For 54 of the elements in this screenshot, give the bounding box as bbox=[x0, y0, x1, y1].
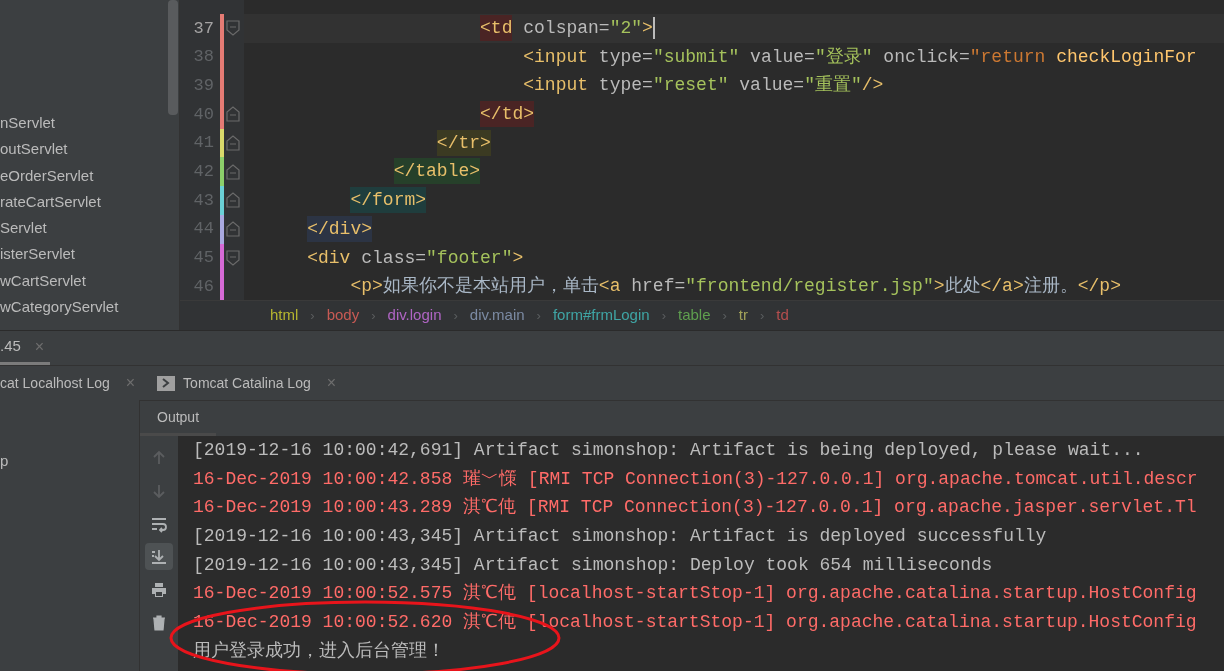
log-tab[interactable]: Tomcat Catalina Log × bbox=[155, 366, 337, 400]
chevron-icon: › bbox=[661, 305, 666, 326]
text-cursor bbox=[652, 17, 655, 40]
tree-item[interactable]: wCategoryServlet bbox=[0, 294, 179, 321]
code-line: <td colspan="2"> bbox=[264, 14, 653, 43]
chevron-icon: › bbox=[722, 305, 727, 326]
unfold-icon[interactable] bbox=[226, 221, 240, 238]
unfold-icon[interactable] bbox=[226, 135, 240, 152]
console-line: [2019-12-16 10:00:43,345] Artifact simonshop: Artifact is deployed successfully bbox=[193, 525, 1048, 549]
code-line: </table> bbox=[264, 157, 481, 187]
tree-item[interactable]: nServlet bbox=[0, 110, 179, 137]
console-line: [2019-12-16 10:00:42,691] Artifact simonshop: Artifact is being deployed, please wait... bbox=[193, 439, 1145, 462]
tab-label: cat Localhost Log bbox=[0, 373, 110, 393]
breadcrumb-item[interactable]: body bbox=[326, 304, 360, 327]
tree-item[interactable]: eOrderServlet bbox=[0, 162, 179, 189]
chevron-icon: › bbox=[371, 305, 376, 326]
unfold-icon[interactable] bbox=[226, 192, 240, 209]
unfold-icon[interactable] bbox=[226, 106, 240, 123]
console-line: 16-Dec-2019 10:00:43.289 淇℃伅 [RMI TCP Connection(3)-127.0.0.1] org.apache.jasper.servlet.Tl bbox=[193, 496, 1198, 520]
tree-item[interactable]: wCartServlet bbox=[0, 267, 179, 295]
tree-item[interactable]: Servlet bbox=[0, 215, 179, 242]
deployment-item[interactable]: p bbox=[0, 450, 139, 473]
breadcrumb-item[interactable]: html bbox=[270, 304, 299, 327]
console-icon bbox=[157, 375, 176, 391]
fold-icon[interactable] bbox=[226, 20, 240, 37]
code-line: <input type="reset" value="重置"/> bbox=[522, 74, 884, 98]
tree-item[interactable]: rateCartServlet bbox=[0, 188, 179, 216]
code-line: <p>如果你不是本站用户，单击<a href="frontend/register.jsp">此处</a>注册。</p> bbox=[349, 275, 1121, 299]
log-tab[interactable]: cat Localhost Log × bbox=[0, 366, 136, 400]
chevron-icon: › bbox=[453, 305, 458, 326]
chevron-icon: › bbox=[310, 305, 315, 326]
breadcrumb-item[interactable]: table bbox=[677, 304, 711, 327]
scroll-to-end-icon[interactable] bbox=[145, 543, 173, 570]
code-line: </form> bbox=[264, 186, 427, 215]
breadcrumb-item[interactable]: div.main bbox=[469, 304, 525, 327]
chevron-icon: › bbox=[760, 305, 765, 326]
console-line: 16-Dec-2019 10:00:52.575 淇℃伅 [localhost-startStop-1] org.apache.catalina.startup.HostConfig bbox=[193, 582, 1198, 606]
tab-label: Tomcat Catalina Log bbox=[183, 373, 311, 393]
code-line: </td> bbox=[264, 100, 535, 129]
line-number: 37 bbox=[192, 17, 215, 40]
fold-icon[interactable] bbox=[226, 249, 240, 266]
breadcrumb-item[interactable]: tr bbox=[738, 304, 748, 327]
code-line: </tr> bbox=[264, 128, 491, 158]
tree-item[interactable]: outServlet bbox=[0, 136, 179, 163]
code-line: <input type="submit" value="登录" onclick="return checkLoginFor bbox=[522, 45, 1197, 69]
breadcrumb-item[interactable]: form#frmLogin bbox=[552, 304, 650, 327]
chevron-icon: › bbox=[536, 305, 541, 326]
unfold-icon[interactable] bbox=[226, 163, 240, 180]
scrollbar[interactable] bbox=[168, 0, 178, 115]
code-line: <div class="footer"> bbox=[306, 246, 524, 270]
console-line: [2019-12-16 10:00:43,345] Artifact simonshop: Deploy took 654 milliseconds bbox=[193, 553, 994, 577]
tree-item[interactable]: isterServlet bbox=[0, 241, 179, 268]
console-line: 16-Dec-2019 10:00:42.858 璀﹀憡 [RMI TCP Connection(3)-127.0.0.1] org.apache.tomcat.util.descr bbox=[193, 467, 1199, 491]
breadcrumb-item[interactable]: div.login bbox=[387, 304, 442, 327]
